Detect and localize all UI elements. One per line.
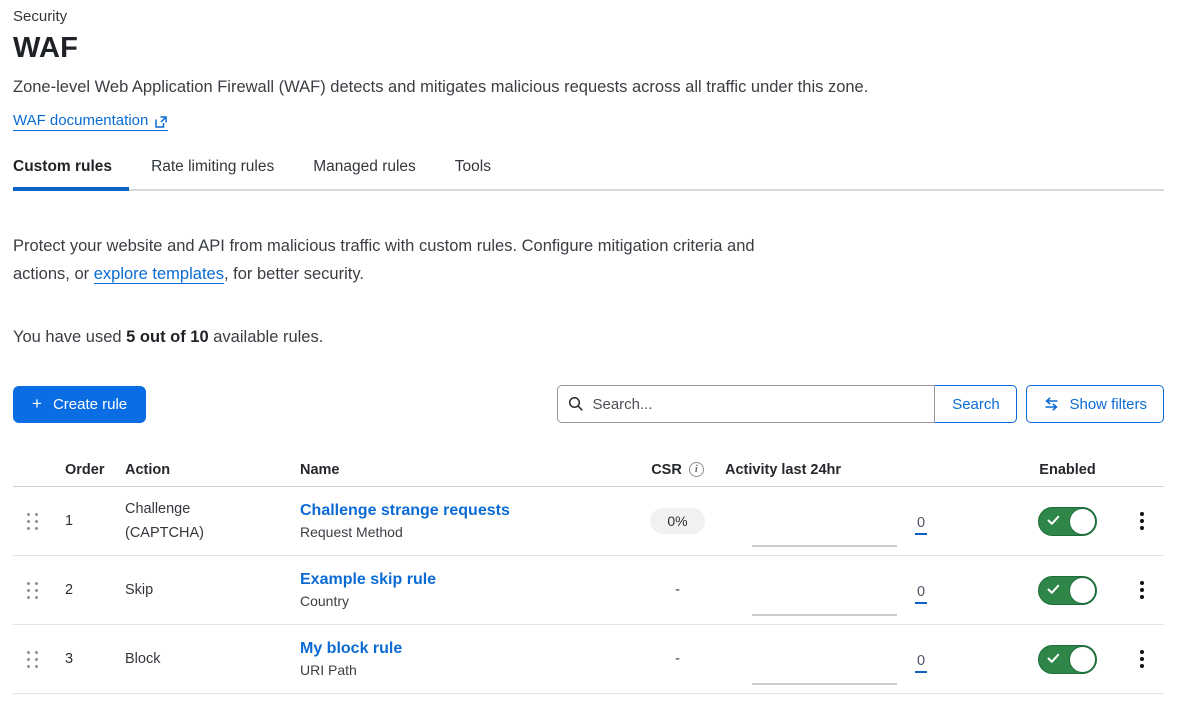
tab-managed-rules[interactable]: Managed rules	[313, 158, 433, 189]
col-header-action: Action	[115, 462, 290, 478]
plus-icon: +	[32, 394, 42, 414]
activity-sparkline	[752, 513, 897, 547]
rule-order: 1	[53, 513, 115, 529]
enabled-toggle[interactable]	[1038, 645, 1097, 674]
table-header-row: Order Action Name CSR i Activity last 24…	[13, 453, 1164, 487]
check-icon	[1047, 584, 1060, 595]
search-button[interactable]: Search	[934, 385, 1017, 423]
rule-action: Skip	[115, 578, 290, 602]
kebab-menu-icon[interactable]	[1132, 577, 1152, 603]
col-header-order: Order	[53, 462, 115, 478]
rule-name-link[interactable]: My block rule	[300, 640, 402, 658]
info-icon[interactable]: i	[689, 462, 704, 477]
drag-handle-icon[interactable]	[27, 651, 39, 668]
create-rule-button[interactable]: + Create rule	[13, 386, 146, 423]
col-header-enabled: Enabled	[1039, 462, 1095, 478]
activity-count-link[interactable]: 0	[915, 515, 927, 535]
waf-documentation-link[interactable]: WAF documentation	[13, 112, 168, 131]
rule-name-link[interactable]: Challenge strange requests	[300, 502, 510, 520]
intro-text: Protect your website and API from malici…	[13, 232, 758, 288]
search-icon	[568, 396, 584, 412]
rule-order: 2	[53, 582, 115, 598]
intro-after: , for better security.	[224, 265, 364, 283]
tab-bar: Custom rules Rate limiting rules Managed…	[13, 158, 1164, 191]
toggle-knob	[1069, 646, 1096, 673]
drag-handle-icon[interactable]	[27, 582, 39, 599]
col-header-csr: CSR i	[651, 462, 704, 478]
rule-field: Request Method	[300, 524, 630, 540]
activity-sparkline	[752, 582, 897, 616]
csr-value: -	[675, 651, 680, 667]
kebab-menu-icon[interactable]	[1132, 646, 1152, 672]
toggle-knob	[1069, 508, 1096, 535]
kebab-menu-icon[interactable]	[1132, 508, 1152, 534]
usage-summary: You have used 5 out of 10 available rule…	[13, 328, 1164, 347]
rules-table: Order Action Name CSR i Activity last 24…	[13, 453, 1164, 694]
rule-action: Challenge (CAPTCHA)	[115, 497, 290, 545]
explore-templates-link[interactable]: explore templates	[94, 265, 224, 284]
swap-arrows-icon	[1043, 396, 1060, 412]
show-filters-label: Show filters	[1069, 396, 1147, 413]
csr-value: -	[675, 582, 680, 598]
usage-count: 5 out of 10	[126, 328, 209, 346]
drag-handle-icon[interactable]	[27, 513, 39, 530]
rules-toolbar: + Create rule Search Show filters	[13, 385, 1164, 423]
table-row: 3 Block My block rule URI Path - 0	[13, 625, 1164, 694]
table-row: 2 Skip Example skip rule Country - 0	[13, 556, 1164, 625]
rule-action: Block	[115, 647, 290, 671]
show-filters-button[interactable]: Show filters	[1026, 385, 1164, 423]
enabled-toggle[interactable]	[1038, 507, 1097, 536]
page-title: WAF	[13, 32, 1164, 65]
rule-order: 3	[53, 651, 115, 667]
tab-rate-limiting-rules[interactable]: Rate limiting rules	[151, 158, 291, 189]
toggle-knob	[1069, 577, 1096, 604]
check-icon	[1047, 653, 1060, 664]
activity-count-link[interactable]: 0	[915, 653, 927, 673]
activity-sparkline	[752, 651, 897, 685]
search-input[interactable]	[557, 385, 935, 423]
col-header-activity: Activity last 24hr	[725, 462, 1015, 478]
tab-custom-rules[interactable]: Custom rules	[13, 158, 129, 189]
usage-suffix: available rules.	[209, 328, 324, 346]
breadcrumb: Security	[13, 8, 1164, 25]
rule-name-link[interactable]: Example skip rule	[300, 571, 436, 589]
rule-field: Country	[300, 593, 630, 609]
check-icon	[1047, 515, 1060, 526]
enabled-toggle[interactable]	[1038, 576, 1097, 605]
col-header-name: Name	[290, 462, 630, 478]
table-row: 1 Challenge (CAPTCHA) Challenge strange …	[13, 487, 1164, 556]
tab-tools[interactable]: Tools	[455, 158, 508, 189]
create-rule-label: Create rule	[53, 396, 127, 413]
search-wrap	[557, 385, 935, 423]
waf-documentation-label: WAF documentation	[13, 112, 148, 129]
external-link-icon	[154, 115, 168, 129]
rule-field: URI Path	[300, 662, 630, 678]
page-description: Zone-level Web Application Firewall (WAF…	[13, 78, 1164, 97]
csr-label: CSR	[651, 462, 682, 478]
csr-badge: 0%	[650, 508, 704, 534]
search-filter-group: Search Show filters	[557, 385, 1164, 423]
usage-prefix: You have used	[13, 328, 126, 346]
activity-count-link[interactable]: 0	[915, 584, 927, 604]
